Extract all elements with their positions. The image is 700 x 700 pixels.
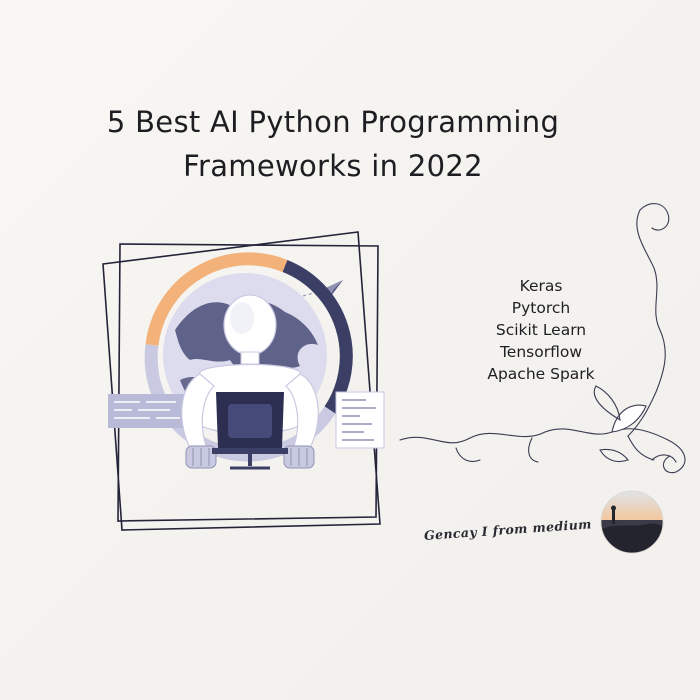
list-item: Keras — [519, 277, 563, 295]
list-item: Pytorch — [511, 299, 571, 317]
avatar — [600, 490, 664, 554]
code-panel-right — [335, 391, 385, 449]
code-panel-left — [108, 394, 188, 428]
frameworks-list: Keras Pytorch Scikit Learn Tensorflow Ap… — [466, 275, 616, 385]
list-item: Apache Spark — [487, 365, 595, 383]
list-item: Scikit Learn — [495, 321, 587, 339]
list-item: Tensorflow — [499, 343, 583, 361]
